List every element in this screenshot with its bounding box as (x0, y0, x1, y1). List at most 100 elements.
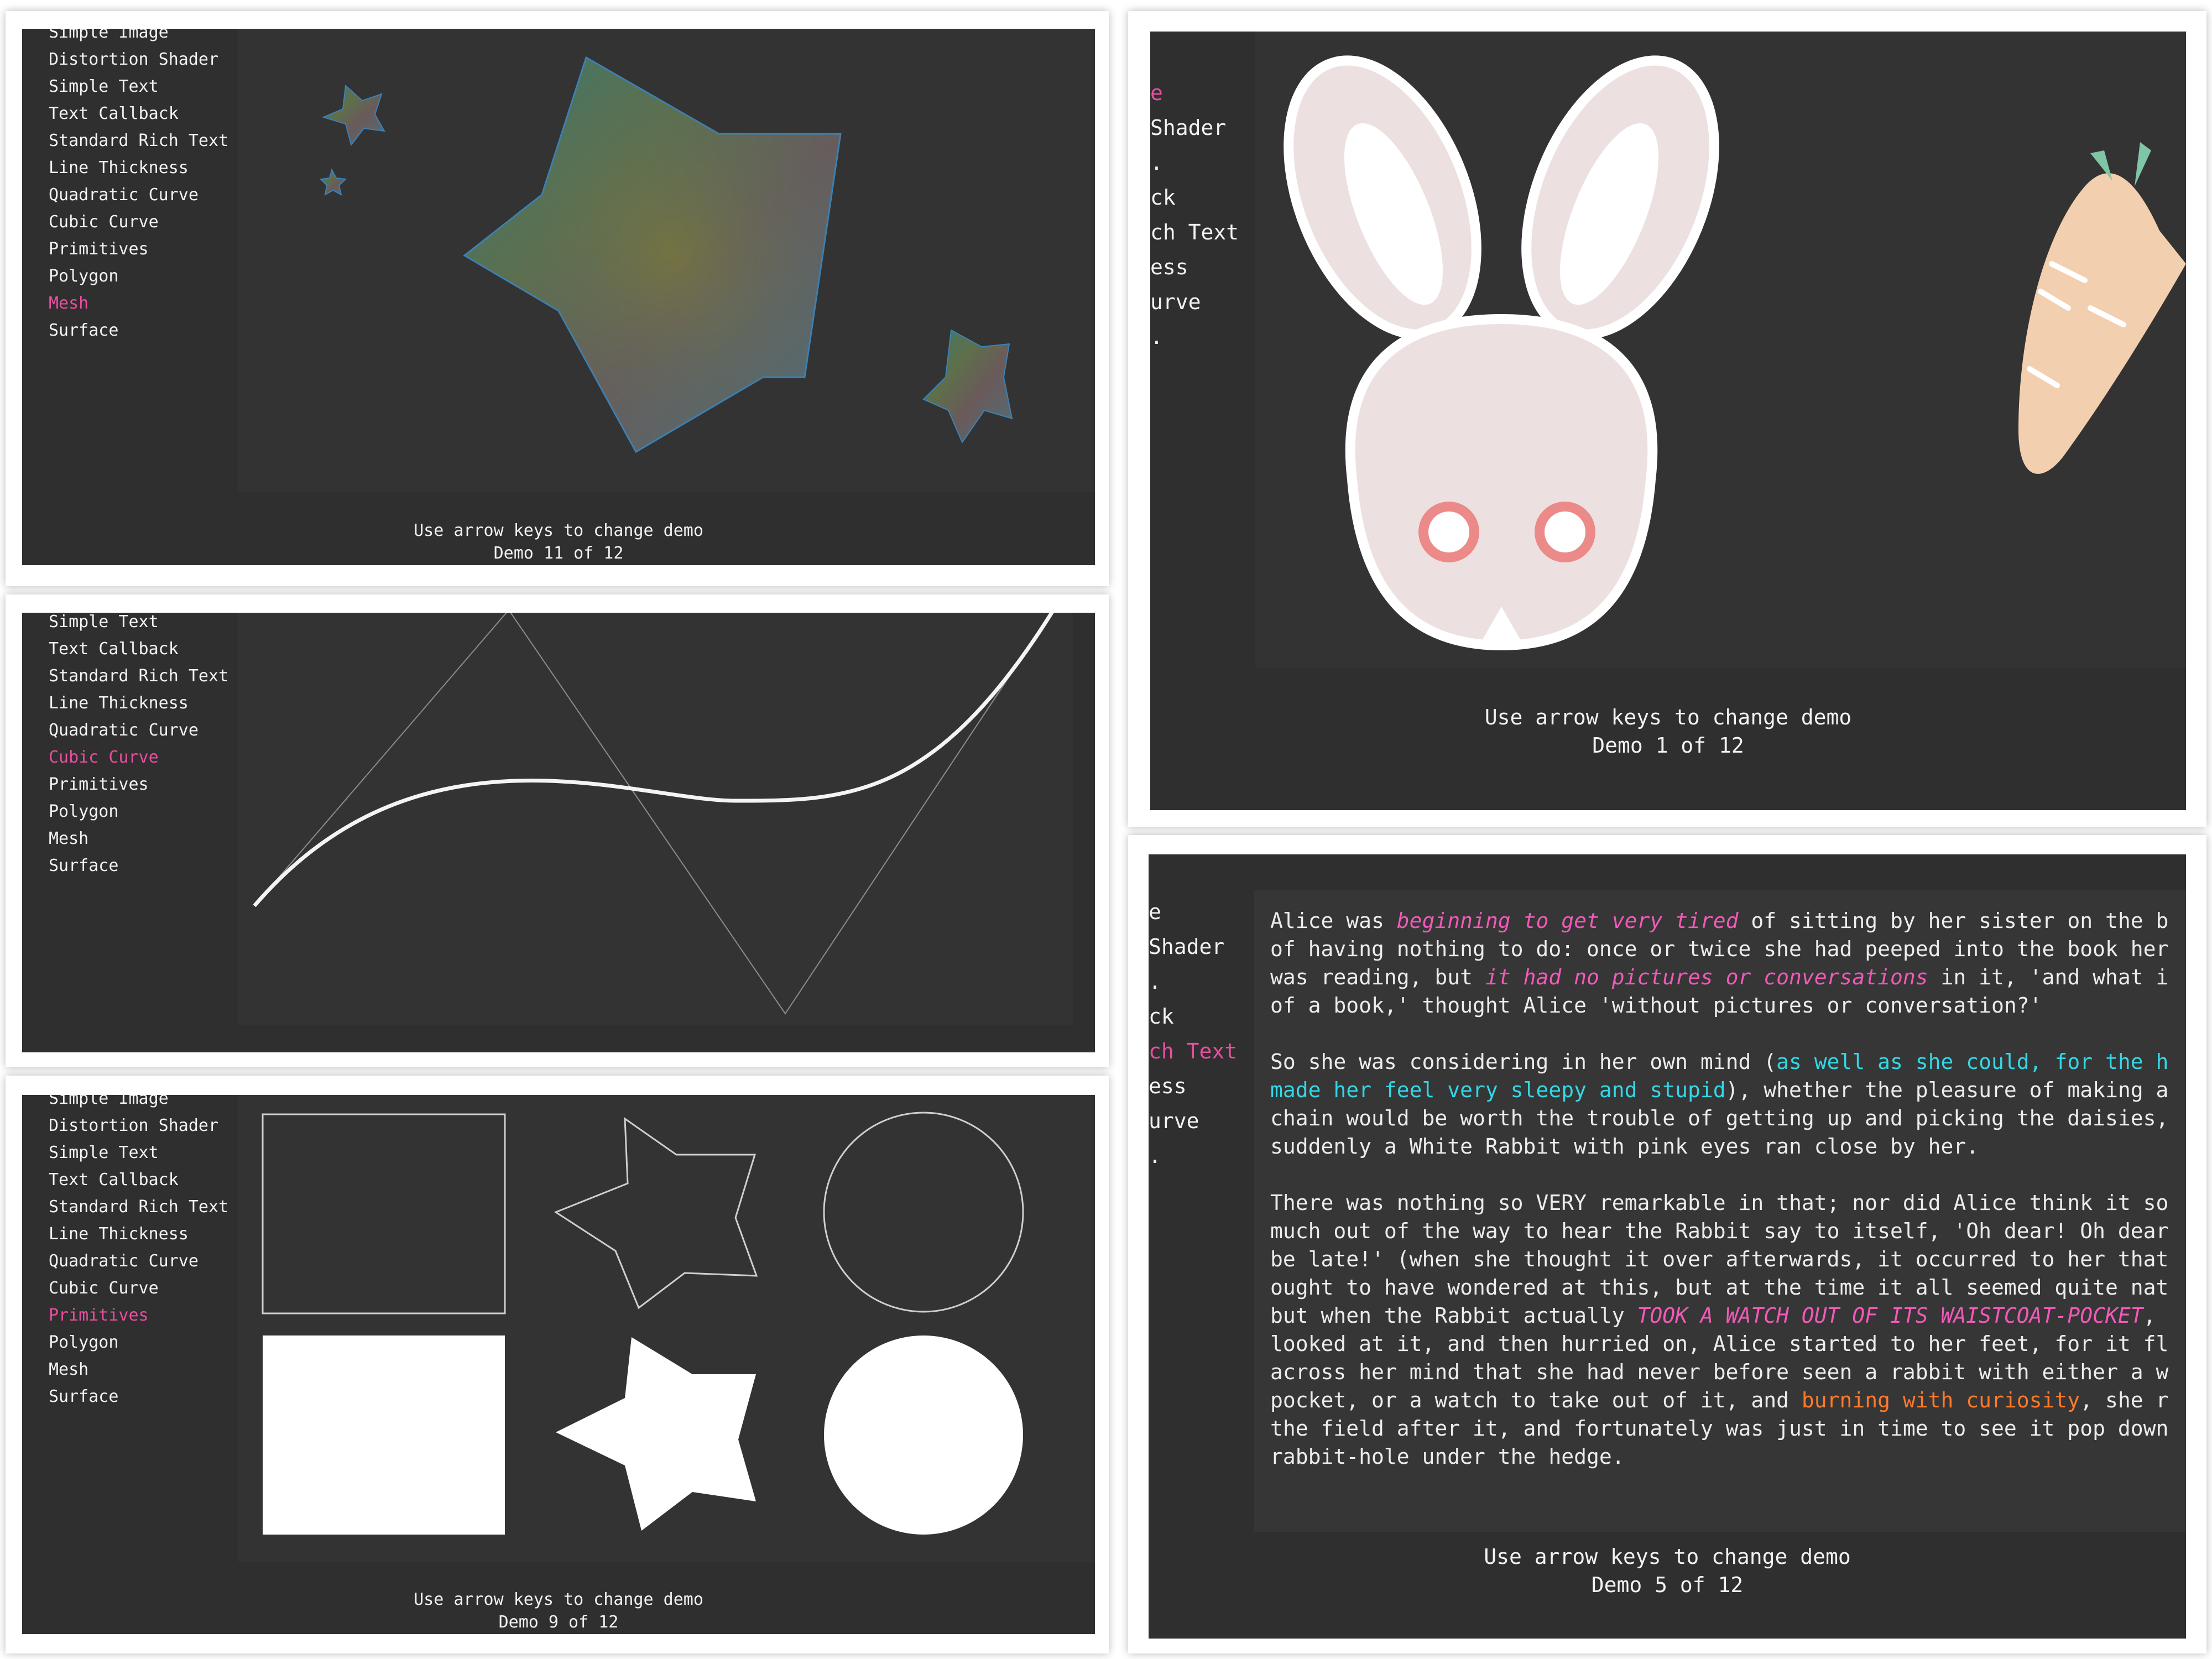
demo-footer: Use arrow keys to change demo Demo 11 of… (22, 520, 1095, 565)
demo-menu: Simple Text Text Callback Standard Rich … (49, 614, 228, 885)
rich-segment-pink: beginning to get very tired (1396, 909, 1739, 933)
rich-line: rabbit-hole under the hedge. (1270, 1444, 1625, 1469)
menu-item-line-thickness-clipped[interactable]: ess (1149, 1076, 1237, 1110)
menu-item-text-callback[interactable]: Text Callback (49, 641, 228, 668)
demo-menu-clipped: e Shader . ck ch Text ess urve . (1149, 901, 1237, 1180)
menu-item-line-thickness-clipped[interactable]: ess (1150, 257, 1239, 291)
rich-line: of a book,' thought Alice 'without pictu… (1270, 993, 2042, 1018)
demo-menu-clipped: e Shader . ck ch Text ess urve . (1150, 82, 1239, 361)
menu-item-distortion-shader-clipped[interactable]: Shader (1149, 936, 1237, 971)
simple-image-demo-window: e Shader . ck ch Text ess urve . Use arr… (1150, 32, 2186, 810)
footer-hint: Use arrow keys to change demo (414, 1590, 703, 1609)
menu-item-cubic-curve-clipped[interactable]: urve (1149, 1110, 1237, 1145)
menu-item-mesh[interactable]: Mesh (49, 1361, 228, 1389)
menu-item-simple-image[interactable]: Simple Image (49, 29, 228, 51)
menu-item-standard-rich-text[interactable]: Standard Rich Text (49, 1199, 228, 1226)
mesh-stars-drawing (319, 56, 1013, 453)
rich-line: There was nothing so VERY remarkable in … (1270, 1191, 2169, 1215)
bunny-left-eye (1418, 502, 1479, 562)
footer-hint: Use arrow keys to change demo (1484, 705, 1852, 729)
paragraph-2: So she was considering in her own mind (… (1270, 1048, 2186, 1161)
menu-item-line-thickness[interactable]: Line Thickness (49, 695, 228, 722)
cubic-bezier-curve (253, 613, 1054, 907)
menu-item-distortion-shader-clipped[interactable]: Shader (1150, 117, 1239, 152)
menu-item-primitives-clipped[interactable]: . (1149, 1145, 1237, 1180)
rich-segment-cyan: made her feel very sleepy and stupid (1270, 1078, 1726, 1102)
footer-demo-counter: Demo 11 of 12 (493, 543, 624, 563)
menu-item-standard-rich-text[interactable]: Standard Rich Text (49, 668, 228, 695)
footer-hint: Use arrow keys to change demo (1484, 1545, 1851, 1569)
menu-item-simple-image[interactable]: Simple Image (49, 1095, 228, 1118)
menu-item-quadratic-curve[interactable]: Quadratic Curve (49, 1253, 228, 1280)
footer-demo-counter: Demo 1 of 12 (1592, 733, 1744, 758)
menu-item-cubic-curve-clipped[interactable]: urve (1150, 291, 1239, 326)
footer-demo-counter: Demo 5 of 12 (1591, 1573, 1744, 1598)
menu-item-text-callback-clipped[interactable]: ck (1150, 187, 1239, 222)
mesh-canvas (238, 29, 1095, 492)
rich-line: much out of the way to hear the Rabbit s… (1270, 1219, 2169, 1243)
menu-item-quadratic-curve[interactable]: Quadratic Curve (49, 722, 228, 749)
primitives-drawing (262, 1112, 1024, 1535)
bunny-canvas (1255, 32, 2186, 667)
demo-footer: Use arrow keys to change demo Demo 5 of … (1149, 1543, 2186, 1600)
menu-item-standard-rich-text-clipped[interactable]: ch Text (1150, 222, 1239, 257)
menu-item-simple-image-clipped[interactable]: e (1150, 82, 1239, 117)
menu-item-text-callback[interactable]: Text Callback (49, 106, 228, 133)
primitives-canvas (238, 1095, 1095, 1562)
rich-segment: pocket, or a watch to take out of it, an… (1270, 1388, 1802, 1412)
menu-item-polygon[interactable]: Polygon (49, 1334, 228, 1361)
menu-item-cubic-curve[interactable]: Cubic Curve (49, 1280, 228, 1307)
rich-line: the field after it, and fortunately was … (1270, 1416, 2169, 1441)
filled-circle (824, 1335, 1023, 1535)
menu-item-distortion-shader[interactable]: Distortion Shader (49, 1118, 228, 1145)
menu-item-cubic-curve[interactable]: Cubic Curve (49, 214, 228, 241)
mesh-demo-panel: Simple Image Distortion Shader Simple Te… (6, 11, 1109, 586)
menu-item-primitives[interactable]: Primitives (49, 776, 228, 804)
small-star-bottom-right (922, 329, 1013, 444)
menu-item-mesh[interactable]: Mesh (49, 831, 228, 858)
mesh-demo-window: Simple Image Distortion Shader Simple Te… (22, 29, 1095, 565)
cubic-curve-canvas (238, 613, 1073, 1025)
large-star-shape (463, 56, 842, 453)
menu-item-polygon[interactable]: Polygon (49, 268, 228, 295)
menu-item-surface[interactable]: Surface (49, 322, 228, 349)
outline-circle (823, 1112, 1024, 1313)
rich-segment-cyan: as well as she could, for the h (1776, 1050, 2169, 1074)
menu-item-surface[interactable]: Surface (49, 1389, 228, 1416)
outline-star (554, 1117, 758, 1310)
menu-item-mesh[interactable]: Mesh (49, 295, 228, 322)
menu-item-simple-image-clipped[interactable]: e (1149, 901, 1237, 936)
paragraph-3: There was nothing so VERY remarkable in … (1270, 1189, 2186, 1471)
menu-item-polygon[interactable]: Polygon (49, 804, 228, 831)
footer-demo-counter: Demo 9 of 12 (498, 1612, 619, 1632)
menu-item-simple-text[interactable]: Simple Text (49, 1145, 228, 1172)
rich-line: looked at it, and then hurried on, Alice… (1270, 1332, 2169, 1356)
menu-item-standard-rich-text[interactable]: Standard Rich Text (49, 133, 228, 160)
menu-item-text-callback-clipped[interactable]: ck (1149, 1006, 1237, 1041)
menu-item-text-callback[interactable]: Text Callback (49, 1172, 228, 1199)
menu-item-simple-text[interactable]: Simple Text (49, 614, 228, 641)
menu-item-cubic-curve[interactable]: Cubic Curve (49, 749, 228, 776)
rich-text-demo-panel: e Shader . ck ch Text ess urve . Alice w… (1128, 835, 2206, 1653)
cubic-curve-drawing (253, 613, 1054, 1015)
menu-item-primitives-clipped[interactable]: . (1150, 326, 1239, 361)
menu-item-line-thickness[interactable]: Line Thickness (49, 1226, 228, 1253)
demo-menu: Simple Image Distortion Shader Simple Te… (49, 29, 228, 349)
menu-item-line-thickness[interactable]: Line Thickness (49, 160, 228, 187)
rich-segment-orange: burning with curiosity (1801, 1388, 2080, 1412)
footer-hint: Use arrow keys to change demo (414, 521, 703, 540)
rich-line: ought to have wondered at this, but at t… (1270, 1275, 2169, 1300)
menu-item-primitives[interactable]: Primitives (49, 1307, 228, 1334)
rich-segment: in it, 'and what i (1928, 965, 2169, 989)
menu-item-surface[interactable]: Surface (49, 858, 228, 885)
menu-item-standard-rich-text-clipped[interactable]: ch Text (1149, 1041, 1237, 1076)
menu-item-quadratic-curve[interactable]: Quadratic Curve (49, 187, 228, 214)
menu-item-distortion-shader[interactable]: Distortion Shader (49, 51, 228, 79)
simple-image-demo-panel: e Shader . ck ch Text ess urve . Use arr… (1128, 11, 2206, 827)
menu-item-simple-text-clipped[interactable]: . (1150, 152, 1239, 187)
menu-item-simple-text-clipped[interactable]: . (1149, 971, 1237, 1006)
bunny-head (1284, 55, 1719, 651)
menu-item-simple-text[interactable]: Simple Text (49, 79, 228, 106)
menu-item-primitives[interactable]: Primitives (49, 241, 228, 268)
demo-footer: Use arrow keys to change demo Demo 9 of … (22, 1589, 1095, 1634)
